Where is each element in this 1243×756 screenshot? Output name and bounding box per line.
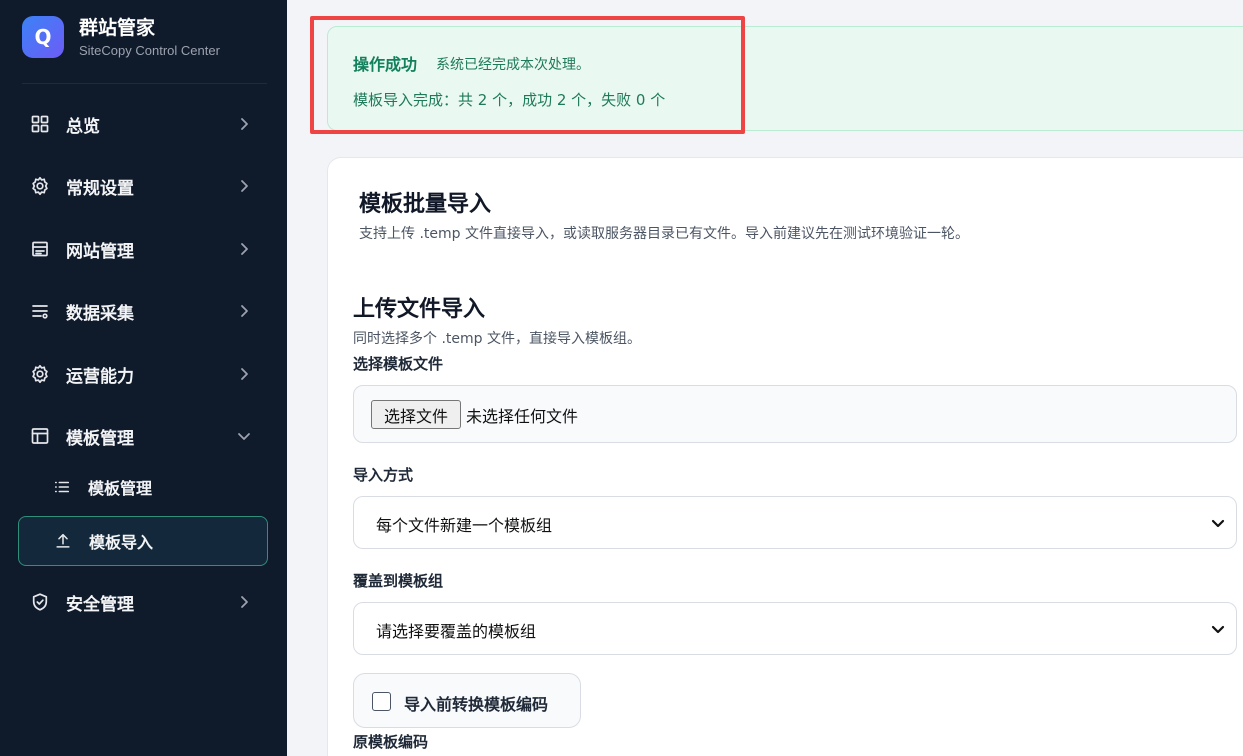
layout-icon [30, 426, 50, 446]
section-title: 上传文件导入 [353, 297, 486, 322]
sidebar-item-label: 数据采集 [66, 303, 134, 324]
sub-item-label: 模板导入 [89, 533, 154, 552]
chevron-right-icon [236, 178, 252, 194]
overwrite-label: 覆盖到模板组 [353, 572, 444, 590]
sidebar-item-label: 总览 [66, 116, 100, 137]
sidebar-item-operations[interactable]: 运营能力 [18, 349, 268, 399]
upload-icon [53, 531, 73, 551]
chevron-right-icon [236, 241, 252, 257]
app-logo: Q [22, 16, 64, 58]
server-icon [30, 239, 50, 259]
import-mode-value: 每个文件新建一个模板组 [376, 516, 553, 535]
divider [22, 83, 267, 84]
gear-icon [30, 364, 50, 384]
chevron-right-icon [236, 116, 252, 132]
list-icon [52, 477, 72, 497]
import-mode-label: 导入方式 [353, 466, 414, 484]
import-card: 模板批量导入 支持上传 .temp 文件直接导入，或读取服务器目录已有文件。导入… [327, 157, 1243, 756]
list-filter-icon [30, 301, 50, 321]
brand[interactable]: Q 群站管家 SiteCopy Control Center [22, 16, 220, 58]
sidebar-item-template-management[interactable]: 模板管理 [18, 411, 268, 461]
app-subtitle: SiteCopy Control Center [79, 42, 220, 58]
file-status: 未选择任何文件 [466, 407, 579, 426]
convert-encoding-label: 导入前转换模板编码 [404, 695, 549, 714]
app-title: 群站管家 [79, 16, 156, 39]
gear-icon [30, 176, 50, 196]
chevron-right-icon [236, 366, 252, 382]
file-input: 选择文件 未选择任何文件 [353, 385, 1237, 443]
chevron-down-icon [1210, 621, 1226, 637]
highlight-box [310, 16, 745, 134]
chevron-down-icon [1210, 515, 1226, 531]
sidebar-item-label: 运营能力 [66, 366, 134, 387]
sidebar-item-label: 模板管理 [66, 428, 134, 449]
shield-icon [30, 592, 50, 612]
source-encoding-label: 原模板编码 [353, 733, 429, 751]
sub-item-template-import[interactable]: 模板导入 [18, 516, 268, 566]
chevron-right-icon [236, 303, 252, 319]
chevron-right-icon [236, 594, 252, 610]
file-field-label: 选择模板文件 [353, 355, 444, 373]
page-description: 支持上传 .temp 文件直接导入，或读取服务器目录已有文件。导入前建议先在测试… [359, 226, 969, 242]
page-title: 模板批量导入 [359, 192, 492, 217]
sidebar-item-site-management[interactable]: 网站管理 [18, 224, 268, 274]
sidebar-item-label: 安全管理 [66, 594, 134, 615]
sidebar-item-label: 常规设置 [66, 178, 134, 199]
sidebar-item-security[interactable]: 安全管理 [18, 577, 268, 627]
overwrite-select[interactable]: 请选择要覆盖的模板组 [353, 602, 1237, 655]
sidebar: Q 群站管家 SiteCopy Control Center 总览 常规设置 网… [0, 0, 287, 756]
convert-encoding-checkbox[interactable] [372, 692, 391, 711]
choose-file-button[interactable]: 选择文件 [371, 400, 461, 429]
convert-encoding-option[interactable]: 导入前转换模板编码 [353, 673, 581, 728]
section-description: 同时选择多个 .temp 文件，直接导入模板组。 [353, 331, 641, 347]
sidebar-item-general-settings[interactable]: 常规设置 [18, 161, 268, 211]
sidebar-item-overview[interactable]: 总览 [18, 99, 268, 149]
grid-icon [30, 114, 50, 134]
overwrite-value: 请选择要覆盖的模板组 [376, 622, 537, 641]
sidebar-item-label: 网站管理 [66, 241, 134, 262]
sidebar-item-data-collection[interactable]: 数据采集 [18, 286, 268, 336]
sub-item-template-list[interactable]: 模板管理 [18, 463, 268, 511]
import-mode-select[interactable]: 每个文件新建一个模板组 [353, 496, 1237, 549]
chevron-down-icon [236, 428, 252, 444]
sub-item-label: 模板管理 [88, 479, 153, 498]
